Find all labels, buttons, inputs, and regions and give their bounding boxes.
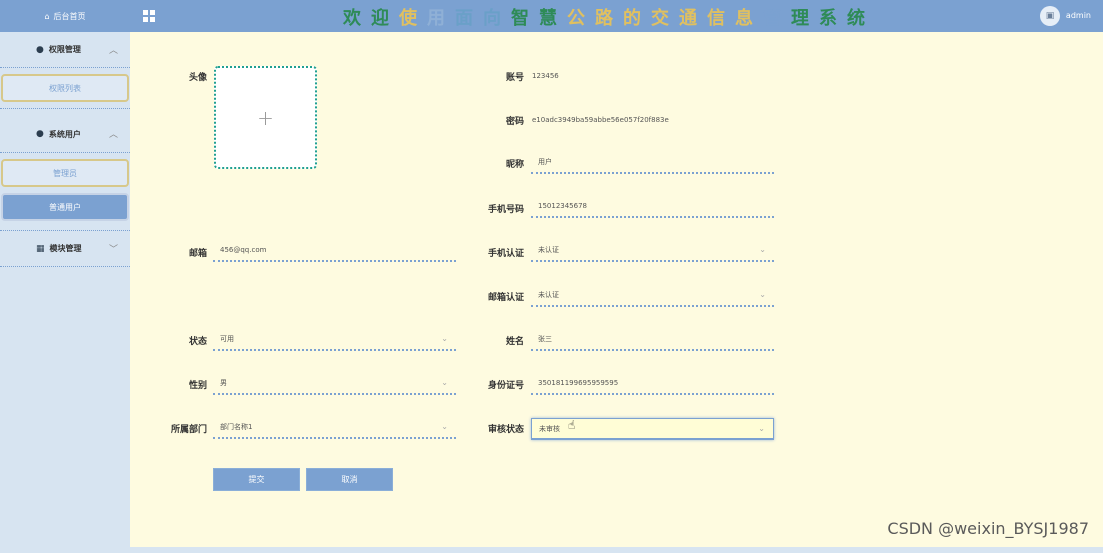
account-label: 账号: [505, 73, 524, 83]
id-label: 身份证号: [487, 381, 524, 391]
phone-label: 手机号码: [487, 205, 524, 215]
nickname-label: 昵称: [505, 160, 524, 170]
chevron-down-icon: ⌄: [441, 378, 448, 387]
title-char: 智: [511, 8, 539, 29]
menu-grid-icon[interactable]: [143, 10, 155, 22]
top-header: 欢迎使用面向智慧公路的交通信息管理系统 ▣ admin: [130, 0, 1103, 32]
watermark: CSDN @weixin_BYSJ1987: [887, 519, 1089, 538]
username[interactable]: admin: [1066, 11, 1091, 20]
title-char: 慧: [539, 8, 567, 29]
title-char: 的: [623, 8, 651, 29]
audit-label: 审核状态: [487, 425, 524, 435]
email-label: 邮箱: [188, 249, 207, 259]
title-char: 公: [567, 8, 595, 29]
email-verify-select[interactable]: 未认证 ⌄: [531, 285, 774, 307]
title-char: 理: [791, 8, 819, 29]
title-char: 用: [427, 8, 455, 29]
user-icon: ●: [36, 44, 44, 55]
title-char: 欢: [343, 8, 371, 29]
gender-value: 男: [220, 379, 227, 387]
chevron-down-icon: ⌄: [441, 334, 448, 343]
bottom-bar: [130, 547, 1103, 553]
sidebar-item-permission-list[interactable]: 权限列表: [1, 74, 129, 102]
sidebar-group-label: 系统用户: [48, 129, 81, 139]
sidebar-group-label: 权限管理: [48, 45, 81, 54]
divider: [0, 102, 130, 109]
sidebar-group-modules[interactable]: ▦ 模块管理 ﹀: [0, 231, 130, 267]
gender-select[interactable]: 男 ⌄: [213, 373, 456, 395]
avatar[interactable]: ▣: [1040, 6, 1060, 26]
name-field[interactable]: 张三: [531, 329, 774, 351]
title-char: 息: [735, 8, 763, 29]
dept-value: 部门名称1: [220, 423, 253, 431]
chevron-down-icon: ⌄: [441, 422, 448, 431]
status-value: 可用: [220, 335, 234, 343]
sidebar-home[interactable]: ⌂ 后台首页: [0, 0, 130, 32]
gender-label: 性别: [188, 381, 207, 391]
hand-cursor-icon: ☝: [568, 418, 576, 432]
chevron-down-icon: ⌄: [759, 245, 766, 254]
grid-icon: ▦: [36, 243, 45, 254]
title-char: 信: [707, 8, 735, 29]
phone-verify-label: 手机认证: [487, 249, 524, 259]
title-char: 路: [595, 8, 623, 29]
title-char: 使: [399, 8, 427, 29]
title-char: 统: [847, 8, 875, 29]
title-char: 管: [763, 8, 791, 29]
dept-label: 所属部门: [170, 425, 207, 435]
status-select[interactable]: 可用 ⌄: [213, 329, 456, 351]
email-verify-value: 未认证: [538, 291, 559, 299]
cancel-button[interactable]: 取消: [306, 468, 393, 491]
name-label: 姓名: [505, 337, 524, 347]
title-char: 系: [819, 8, 847, 29]
password-label: 密码: [505, 117, 524, 127]
avatar-label: 头像: [188, 73, 207, 83]
chevron-down-icon: ﹀: [108, 245, 118, 255]
chevron-down-icon: ⌄: [759, 290, 766, 299]
title-char: 通: [679, 8, 707, 29]
phone-verify-select[interactable]: 未认证 ⌄: [531, 240, 774, 262]
email-field[interactable]: 456@qq.com: [213, 240, 456, 262]
phone-verify-value: 未认证: [538, 246, 559, 254]
title-char: 迎: [371, 8, 399, 29]
sidebar-group-label: 模块管理: [49, 244, 82, 253]
avatar-upload[interactable]: +: [214, 66, 317, 169]
page-title: 欢迎使用面向智慧公路的交通信息管理系统: [343, 4, 875, 30]
status-label: 状态: [188, 337, 207, 347]
id-field[interactable]: 350181199695959595: [531, 373, 774, 395]
phone-field[interactable]: 15012345678: [531, 196, 774, 218]
chevron-up-icon: ︿: [108, 130, 118, 140]
plus-icon: +: [257, 105, 274, 130]
divider: [0, 221, 130, 231]
sidebar-item-admin[interactable]: 管理员: [1, 159, 129, 187]
sidebar-home-label: 后台首页: [53, 11, 86, 21]
nickname-field[interactable]: 用户: [531, 152, 774, 174]
sidebar: ⌂ 后台首页 ● 权限管理 ︿ 权限列表 ● 系统用户 ︿ 管理员 普通用户 ▦…: [0, 0, 130, 553]
chevron-down-icon: ⌄: [758, 424, 765, 433]
main-form: 头像 + 邮箱 456@qq.com 状态 可用 ⌄ 性别 男 ⌄ 所属部门 部…: [130, 32, 1103, 547]
sidebar-group-permission[interactable]: ● 权限管理 ︿: [0, 32, 130, 68]
title-char: 向: [483, 8, 511, 29]
dept-select[interactable]: 部门名称1 ⌄: [213, 417, 456, 439]
account-value: 123456: [532, 72, 559, 80]
submit-button[interactable]: 提交: [213, 468, 300, 491]
chevron-up-icon: ︿: [108, 46, 118, 56]
sidebar-group-system-users[interactable]: ● 系统用户 ︿: [0, 116, 130, 152]
title-char: 面: [455, 8, 483, 29]
image-icon: ▣: [1045, 11, 1055, 21]
title-char: 交: [651, 8, 679, 29]
audit-value: 未审核: [539, 424, 560, 433]
sidebar-item-normal-user[interactable]: 普通用户: [1, 193, 129, 221]
email-verify-label: 邮箱认证: [487, 293, 524, 303]
password-value: e10adc3949ba59abbe56e057f20f883e: [532, 116, 669, 124]
home-icon: ⌂: [44, 11, 50, 21]
user-icon: ●: [36, 129, 44, 139]
